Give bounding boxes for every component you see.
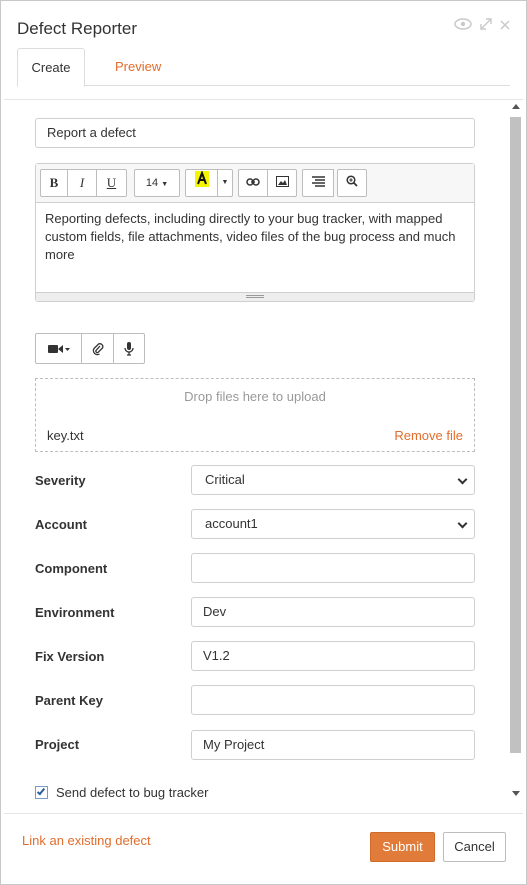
expand-icon[interactable]: [480, 17, 492, 35]
tab-preview[interactable]: Preview: [101, 48, 175, 87]
send-to-tracker-row: Send defect to bug tracker: [35, 785, 208, 800]
chevron-down-icon: [457, 518, 468, 529]
divider: [4, 813, 523, 814]
file-dropzone[interactable]: Drop files here to upload key.txt Remove…: [35, 378, 475, 452]
zoom-button[interactable]: [337, 169, 367, 197]
component-input[interactable]: [191, 553, 475, 583]
zoom-icon: [346, 175, 358, 187]
align-icon: [311, 176, 325, 187]
font-size-dropdown[interactable]: 14 ▼: [134, 169, 180, 197]
account-value: account1: [205, 516, 258, 531]
divider: [4, 99, 523, 100]
cancel-button[interactable]: Cancel: [443, 832, 506, 862]
scrollbar[interactable]: [509, 101, 523, 801]
image-button[interactable]: [267, 169, 297, 197]
attached-file-name: key.txt: [47, 428, 84, 443]
editor-content[interactable]: Reporting defects, including directly to…: [45, 210, 465, 264]
chevron-down-icon: [457, 474, 468, 485]
window-controls: [454, 17, 510, 35]
paragraph-button[interactable]: [302, 169, 334, 197]
subject-input[interactable]: Report a defect: [35, 118, 475, 148]
submit-button[interactable]: Submit: [370, 832, 435, 862]
eye-icon[interactable]: [454, 17, 472, 35]
editor-resize-handle[interactable]: [36, 292, 474, 301]
dialog-title: Defect Reporter: [17, 19, 137, 38]
text-color-icon: [194, 170, 209, 187]
send-to-tracker-checkbox[interactable]: [35, 786, 48, 799]
text-color-button[interactable]: [185, 169, 218, 197]
bold-button[interactable]: B: [40, 169, 68, 197]
defect-reporter-dialog: Defect Reporter Create Preview Report a …: [0, 0, 527, 885]
scroll-down-icon[interactable]: [512, 791, 520, 796]
tab-create[interactable]: Create: [17, 48, 85, 87]
italic-button[interactable]: I: [67, 169, 97, 197]
microphone-icon: [124, 341, 134, 356]
send-to-tracker-label[interactable]: Send defect to bug tracker: [56, 785, 208, 800]
image-icon: [275, 176, 289, 187]
underline-button[interactable]: U: [96, 169, 127, 197]
fix-version-label: Fix Version: [35, 649, 105, 664]
parent-key-label: Parent Key: [35, 693, 103, 708]
checkmark-icon: [36, 786, 46, 796]
rich-text-editor: B I U 14 ▼ ▼ Reporting defects, includin…: [35, 163, 475, 302]
environment-label: Environment: [35, 605, 115, 620]
font-size-value: 14: [145, 177, 159, 189]
paperclip-icon: [92, 342, 103, 355]
text-color-caret-icon[interactable]: ▼: [217, 169, 233, 197]
media-buttons: [35, 333, 145, 364]
severity-select[interactable]: Critical: [191, 465, 475, 495]
scroll-up-icon[interactable]: [512, 104, 520, 109]
record-audio-button[interactable]: [114, 334, 144, 363]
severity-label: Severity: [35, 473, 86, 488]
project-label: Project: [35, 737, 80, 752]
account-label: Account: [35, 517, 87, 532]
fix-version-input[interactable]: V1.2: [191, 641, 475, 671]
remove-file-link[interactable]: Remove file: [394, 428, 463, 443]
parent-key-input[interactable]: [191, 685, 475, 715]
close-icon[interactable]: [500, 17, 510, 35]
record-video-button[interactable]: [36, 334, 82, 363]
project-input[interactable]: My Project: [191, 730, 475, 760]
link-icon: [246, 178, 260, 186]
environment-input[interactable]: Dev: [191, 597, 475, 627]
grip-icon: [246, 295, 264, 298]
component-label: Component: [35, 561, 108, 576]
link-existing-defect-link[interactable]: Link an existing defect: [22, 833, 151, 848]
scrollbar-thumb[interactable]: [510, 117, 521, 753]
severity-value: Critical: [205, 472, 245, 487]
editor-toolbar: B I U 14 ▼ ▼: [36, 164, 474, 203]
attach-button[interactable]: [82, 334, 114, 363]
tab-bar: Create Preview: [17, 48, 510, 87]
dropzone-hint: Drop files here to upload: [184, 389, 326, 404]
account-select[interactable]: account1: [191, 509, 475, 539]
link-button[interactable]: [238, 169, 268, 197]
caret-down-icon: ▼: [161, 181, 169, 188]
video-camera-icon: [47, 344, 70, 353]
